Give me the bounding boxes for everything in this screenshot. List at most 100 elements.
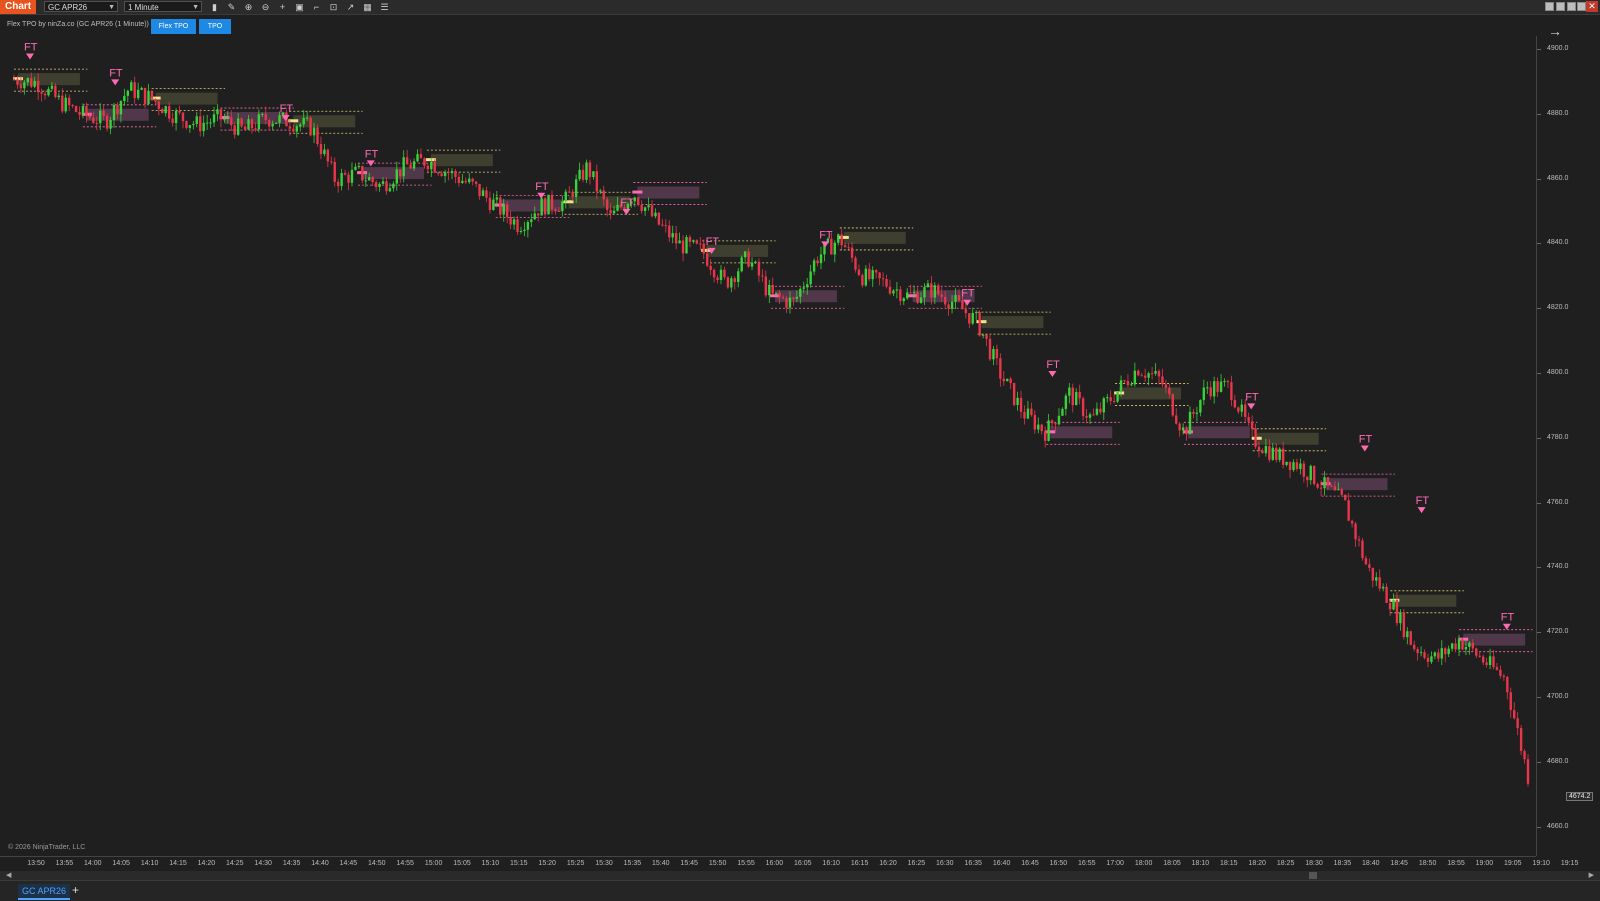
scroll-left-icon[interactable]: ◀ [6, 871, 11, 880]
candle-body [81, 105, 85, 115]
price-tick-label: 4900.0 [1536, 45, 1569, 52]
candle-body [785, 298, 788, 308]
instrument-tab[interactable]: GC APR26 [18, 884, 71, 900]
candle-body [605, 199, 609, 210]
candle-body [1178, 423, 1181, 431]
candle-body [505, 204, 509, 217]
chart-window-tab[interactable]: Chart [0, 0, 37, 14]
price-tick-label: 4860.0 [1536, 174, 1569, 182]
candle-body [443, 172, 447, 177]
ft-marker-label: FT [365, 148, 379, 160]
properties-icon[interactable]: ☰ [378, 1, 391, 13]
horizontal-scrollbar[interactable]: ◀ ▶ [0, 871, 1600, 880]
candle-body [695, 240, 699, 244]
candle-body [874, 270, 878, 273]
candle-body [1012, 382, 1016, 405]
candle-body [1454, 643, 1457, 650]
flex-tpo-button[interactable]: Flex TPO [151, 19, 196, 34]
candle-body [254, 128, 257, 130]
screenshot-icon[interactable]: ⊡ [327, 1, 340, 13]
time-axis[interactable]: 13:50 13:55 14:00 14:05 14:10 14:15 14:20 14:25… [0, 856, 1578, 871]
candle-body [550, 194, 554, 210]
candle-body [1009, 378, 1012, 383]
candle-body [188, 125, 192, 128]
down-triangle-icon [1247, 403, 1256, 410]
candle-body [202, 122, 205, 132]
minimize-icon[interactable] [1567, 2, 1576, 11]
candle-body [581, 169, 585, 180]
candle-body [468, 178, 471, 183]
candle-body [143, 87, 147, 104]
candle-body [530, 219, 533, 223]
data-box-icon[interactable]: ▣ [293, 1, 306, 13]
candle-body [36, 80, 40, 93]
candle-body [1133, 370, 1137, 385]
zoom-in-icon[interactable]: ⊕ [242, 1, 255, 13]
layout-icon[interactable] [1556, 2, 1565, 11]
candle-body [950, 301, 954, 309]
ft-marker-label: FT [280, 103, 294, 115]
templates-icon[interactable]: ▦ [361, 1, 374, 13]
candle-body [112, 105, 116, 121]
add-tab-icon[interactable]: + [72, 883, 79, 897]
tpo-profile-block [224, 112, 287, 125]
candle-body [640, 205, 643, 211]
candle-body [23, 82, 26, 89]
candle-body [392, 183, 395, 189]
time-tick-label: 18:55 [1447, 860, 1465, 867]
snap-icon[interactable]: ⌐ [310, 1, 323, 13]
tpo-button[interactable]: TPO [199, 19, 231, 34]
crosshair-icon[interactable]: + [276, 1, 289, 13]
candle-body [726, 277, 730, 288]
layout-icon[interactable] [1545, 2, 1554, 11]
candle-body [1502, 675, 1506, 677]
candle-body [1019, 397, 1023, 412]
time-tick-label: 16:55 [1078, 860, 1096, 867]
candle-body [981, 334, 985, 336]
candle-body [685, 237, 688, 254]
candle-body [768, 284, 771, 296]
candle-body [336, 181, 340, 187]
close-icon[interactable]: ✕ [1586, 1, 1598, 12]
candle-body [50, 85, 54, 89]
price-axis[interactable]: 4900.0 4880.0 4860.0 4840.0 4820.0 4800.0 4780… [1536, 36, 1600, 856]
candle-body [274, 122, 278, 124]
time-tick-label: 18:30 [1305, 860, 1323, 867]
candle-body [71, 105, 74, 107]
pencil-icon[interactable]: ✎ [225, 1, 238, 13]
candle-body [1126, 381, 1130, 386]
candle-body [840, 234, 843, 246]
candle-body [1161, 376, 1164, 385]
candle-body [454, 170, 457, 177]
price-chart[interactable]: FT FT FT FT FT FT FT FT FT FT FT FT FT FT [0, 36, 1536, 856]
candle-body [568, 191, 571, 193]
candle-body [47, 88, 50, 96]
instrument-selector[interactable]: GC APR26 ▼ [44, 1, 118, 12]
candle-body [995, 348, 999, 359]
candle-body [585, 162, 588, 180]
candle-body [171, 118, 174, 123]
candle-body [402, 157, 405, 177]
candle-body [1409, 631, 1412, 645]
candle-body [1488, 656, 1492, 665]
strategy-icon[interactable]: ↗ [344, 1, 357, 13]
candle-body [485, 190, 488, 198]
candle-body [1388, 602, 1392, 610]
candle-body [975, 312, 978, 314]
time-tick-label: 19:15 [1560, 860, 1579, 867]
scroll-thumb[interactable] [1309, 872, 1317, 879]
zoom-out-icon[interactable]: ⊖ [259, 1, 272, 13]
bar-chart-icon[interactable]: ▮ [208, 1, 221, 13]
candle-body [533, 213, 536, 220]
candle-body [819, 254, 823, 264]
candle-body [350, 169, 354, 183]
candle-body [978, 312, 981, 336]
candle-body [1092, 414, 1095, 416]
candle-body [516, 219, 519, 232]
candle-body [1006, 378, 1009, 382]
maximize-icon[interactable] [1577, 2, 1586, 11]
time-tick-label: 14:40 [311, 860, 329, 867]
interval-selector[interactable]: 1 Minute ▼ [124, 1, 202, 12]
candle-body [364, 180, 367, 182]
scroll-right-icon[interactable]: ▶ [1589, 871, 1594, 880]
